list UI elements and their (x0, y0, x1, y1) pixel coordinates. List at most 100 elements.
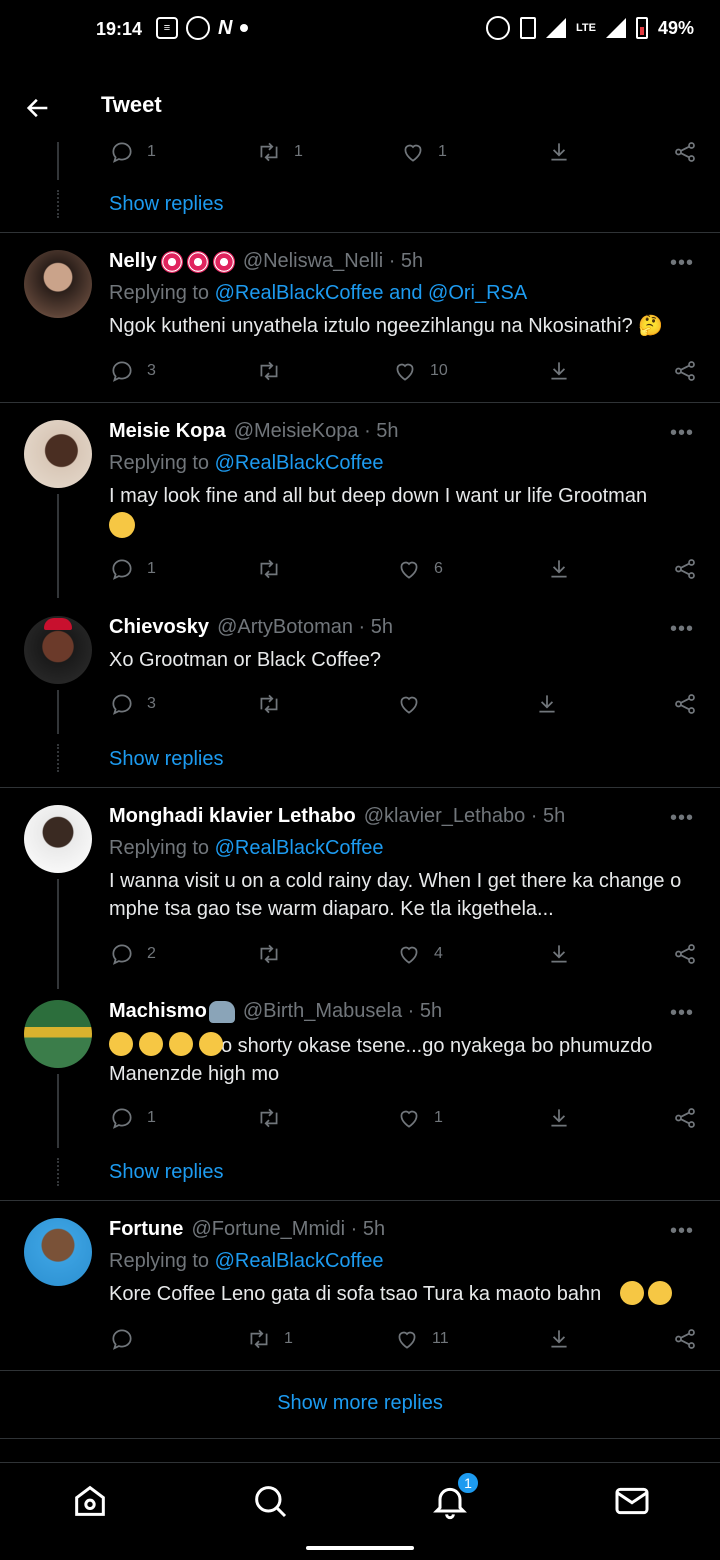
author-handle: @klavier_Lethabo · 5h (363, 805, 566, 827)
tweet-author-line: Meisie Kopa @MeisieKopa · 5h (109, 420, 399, 443)
avatar[interactable] (24, 420, 92, 488)
home-icon[interactable] (70, 1481, 110, 1521)
whatsapp-icon (186, 16, 210, 40)
tweet-author-line: Monghadi klavier Lethabo @klavier_Lethab… (109, 805, 565, 828)
share-button[interactable] (672, 691, 698, 717)
signal-icon (546, 18, 566, 38)
replying-to-link[interactable]: @RealBlackCoffee and @Ori_RSA (215, 282, 528, 304)
retweet-button[interactable]: 1 (256, 139, 303, 165)
like-button[interactable]: 11 (394, 1326, 449, 1352)
more-options-icon[interactable]: ••• (670, 807, 694, 830)
share-button[interactable] (672, 1326, 698, 1352)
author-handle: @MeisieKopa · 5h (233, 420, 399, 442)
thread-dots (57, 744, 59, 772)
reply-button[interactable]: 1 (109, 1105, 156, 1131)
reply-count: 3 (147, 362, 156, 379)
thread-line (57, 142, 59, 180)
network-type: LTE (576, 22, 596, 34)
download-button[interactable] (546, 1326, 572, 1352)
home-indicator[interactable] (306, 1546, 414, 1550)
reply-button[interactable] (109, 1326, 147, 1352)
retweet-button[interactable] (256, 556, 294, 582)
like-button[interactable]: 6 (396, 556, 443, 582)
more-options-icon[interactable]: ••• (670, 618, 694, 641)
more-options-icon[interactable]: ••• (670, 1002, 694, 1025)
tweet-author-line: Nelly @Neliswa_Nelli · 5h (109, 250, 423, 273)
retweet-button[interactable] (256, 1105, 294, 1131)
tweet-text: I wanna visit u on a cold rainy day. Whe… (109, 870, 682, 920)
share-button[interactable] (672, 1105, 698, 1131)
back-arrow-icon[interactable] (24, 94, 52, 122)
reply-button[interactable]: 3 (109, 691, 156, 717)
author-name[interactable]: Meisie Kopa (109, 420, 226, 443)
crying-emoji-icon (648, 1281, 672, 1305)
like-count: 4 (434, 945, 443, 962)
show-replies-link[interactable]: Show replies (109, 748, 224, 771)
like-count: 10 (430, 362, 448, 379)
like-count: 1 (438, 143, 447, 160)
replying-to-link[interactable]: @RealBlackCoffee (215, 1250, 384, 1272)
elephant-emoji-icon (208, 1000, 235, 1023)
flower-emoji-icon (212, 250, 235, 273)
show-more-replies-link[interactable]: Show more replies (0, 1392, 720, 1415)
like-count: 6 (434, 560, 443, 577)
download-button[interactable] (546, 941, 572, 967)
reply-button[interactable]: 1 (109, 139, 156, 165)
author-name[interactable]: Chievosky (109, 616, 209, 639)
like-button[interactable] (396, 691, 434, 717)
show-replies-link[interactable]: Show replies (109, 1161, 224, 1184)
show-replies-link[interactable]: Show replies (109, 193, 224, 216)
page-title: Tweet (101, 92, 162, 117)
system-icons: LTE 49% (486, 16, 694, 40)
download-button[interactable] (546, 556, 572, 582)
share-button[interactable] (672, 358, 698, 384)
like-button[interactable]: 10 (392, 358, 448, 384)
more-options-icon[interactable]: ••• (670, 252, 694, 275)
reply-button[interactable]: 1 (109, 556, 156, 582)
retweet-button[interactable] (256, 358, 294, 384)
messages-icon[interactable] (612, 1481, 652, 1521)
retweet-button[interactable] (256, 941, 294, 967)
author-name[interactable]: Machismo (109, 1000, 207, 1023)
news-icon: ≡ (156, 17, 178, 39)
author-name[interactable]: Monghadi klavier Lethabo (109, 805, 356, 828)
avatar[interactable] (24, 1218, 92, 1286)
share-button[interactable] (672, 941, 698, 967)
author-name[interactable]: Nelly (109, 250, 157, 273)
author-name[interactable]: Fortune (109, 1218, 183, 1241)
retweet-button[interactable]: 1 (246, 1326, 293, 1352)
avatar[interactable] (24, 1000, 92, 1068)
retweet-button[interactable] (256, 691, 294, 717)
like-button[interactable]: 1 (400, 139, 447, 165)
share-button[interactable] (672, 139, 698, 165)
replying-to-link[interactable]: @RealBlackCoffee (215, 837, 384, 859)
like-button[interactable]: 4 (396, 941, 443, 967)
download-button[interactable] (546, 1105, 572, 1131)
alarm-icon (486, 16, 510, 40)
avatar[interactable] (24, 805, 92, 873)
reply-count: 1 (147, 560, 156, 577)
more-options-icon[interactable]: ••• (670, 422, 694, 445)
divider (0, 787, 720, 788)
search-icon[interactable] (250, 1481, 290, 1521)
divider (0, 402, 720, 403)
author-handle: @Birth_Mabusela · 5h (242, 1000, 443, 1022)
thread-line (57, 1074, 59, 1148)
notifications-tab[interactable]: 1 (430, 1471, 480, 1521)
replying-to-link[interactable]: @RealBlackCoffee (215, 452, 384, 474)
reply-button[interactable]: 3 (109, 358, 156, 384)
thread-line (57, 494, 59, 598)
laughing-emoji-icon (169, 1032, 193, 1056)
more-notifications-icon (240, 24, 249, 32)
reply-button[interactable]: 2 (109, 941, 156, 967)
laughing-emoji-icon (199, 1032, 223, 1056)
avatar[interactable] (24, 250, 92, 318)
like-button[interactable]: 1 (396, 1105, 443, 1131)
download-button[interactable] (546, 139, 572, 165)
flower-emoji-icon (186, 250, 209, 273)
download-button[interactable] (546, 358, 572, 384)
share-button[interactable] (672, 556, 698, 582)
tweet-text: Ngok kutheni unyathela iztulo ngeezihlan… (109, 315, 664, 337)
download-button[interactable] (534, 691, 560, 717)
more-options-icon[interactable]: ••• (670, 1220, 694, 1243)
